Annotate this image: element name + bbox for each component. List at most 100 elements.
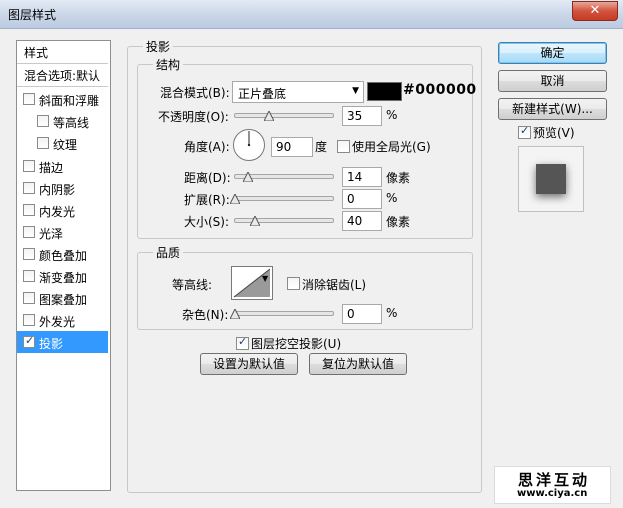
- style-checkbox[interactable]: [23, 270, 35, 282]
- style-item-bevel-emboss[interactable]: 斜面和浮雕: [17, 88, 108, 110]
- noise-value: 0: [347, 307, 355, 321]
- style-item-texture[interactable]: 纹理: [17, 132, 108, 154]
- style-checkbox-checked[interactable]: ✓: [23, 334, 35, 348]
- style-item-label: 外发光: [39, 315, 76, 329]
- drop-shadow-title: 投影: [143, 38, 174, 55]
- distance-value: 14: [347, 170, 363, 184]
- make-default-button[interactable]: 设置为默认值: [200, 353, 298, 375]
- style-item-stroke[interactable]: 描边: [17, 155, 108, 177]
- check-icon: ✓: [25, 334, 35, 347]
- style-item-label: 光泽: [39, 227, 64, 241]
- preview-label: 预览(V): [533, 126, 575, 140]
- opacity-label: 不透明度(O):: [158, 110, 229, 124]
- slider-thumb-icon: [264, 111, 274, 121]
- style-item-inner-shadow[interactable]: 内阴影: [17, 177, 108, 199]
- style-checkbox[interactable]: [37, 137, 49, 149]
- knockout-checkbox[interactable]: ✓: [236, 335, 249, 350]
- style-checkbox[interactable]: [23, 204, 35, 216]
- watermark: 思洋互动 www.ciya.cn: [494, 466, 611, 504]
- style-checkbox[interactable]: [23, 292, 35, 304]
- style-item-label: 斜面和浮雕: [39, 94, 100, 108]
- check-icon: ✓: [520, 124, 530, 137]
- style-item-color-overlay[interactable]: 颜色叠加: [17, 243, 108, 265]
- style-checkbox[interactable]: [23, 182, 35, 194]
- spread-label: 扩展(R):: [184, 193, 230, 207]
- style-preview: [518, 146, 584, 212]
- reset-default-button[interactable]: 复位为默认值: [309, 353, 407, 375]
- spread-input[interactable]: 0: [342, 189, 382, 209]
- style-item-label: 描边: [39, 161, 64, 175]
- style-item-outer-glow[interactable]: 外发光: [17, 309, 108, 331]
- style-checkbox[interactable]: [23, 226, 35, 238]
- styles-header-label: 样式: [24, 46, 49, 60]
- noise-unit: %: [386, 306, 398, 320]
- distance-slider-thumb[interactable]: [243, 172, 253, 182]
- size-unit: 像素: [386, 215, 411, 229]
- noise-slider-track[interactable]: [234, 311, 334, 316]
- blend-options-item[interactable]: 混合选项:默认: [17, 64, 108, 87]
- noise-input[interactable]: 0: [342, 304, 382, 324]
- angle-dial-icon: [233, 129, 265, 161]
- spread-slider-track[interactable]: [234, 196, 334, 201]
- angle-label: 角度(A):: [184, 140, 230, 154]
- style-item-drop-shadow[interactable]: ✓ 投影: [17, 331, 108, 353]
- anti-alias-label: 消除锯齿(L): [302, 278, 367, 292]
- slider-thumb-icon: [243, 172, 253, 182]
- opacity-unit: %: [386, 108, 398, 122]
- style-item-pattern-overlay[interactable]: 图案叠加: [17, 287, 108, 309]
- style-item-label: 等高线: [53, 116, 90, 130]
- blend-mode-label: 混合模式(B):: [160, 86, 230, 100]
- opacity-value: 35: [347, 109, 363, 123]
- preview-checkbox[interactable]: ✓: [518, 124, 531, 139]
- close-icon: ✕: [589, 3, 601, 18]
- angle-unit: 度: [315, 140, 328, 154]
- styles-header[interactable]: 样式: [17, 41, 108, 64]
- new-style-button[interactable]: 新建样式(W)...: [498, 98, 607, 120]
- style-item-label: 图案叠加: [39, 293, 88, 307]
- global-light-checkbox[interactable]: [337, 140, 350, 153]
- style-checkbox[interactable]: [23, 314, 35, 326]
- style-checkbox[interactable]: [23, 248, 35, 260]
- ok-button[interactable]: 确定: [498, 42, 607, 64]
- size-input[interactable]: 40: [342, 211, 382, 231]
- structure-title: 结构: [153, 56, 184, 73]
- chevron-down-icon: ▼: [352, 86, 359, 96]
- style-item-gradient-overlay[interactable]: 渐变叠加: [17, 265, 108, 287]
- angle-input[interactable]: 90: [271, 137, 313, 157]
- noise-slider-thumb[interactable]: [230, 309, 240, 319]
- style-item-label: 颜色叠加: [39, 249, 88, 263]
- contour-dropdown[interactable]: ▼: [262, 266, 272, 298]
- style-item-label: 渐变叠加: [39, 271, 88, 285]
- opacity-input[interactable]: 35: [342, 106, 382, 126]
- style-checkbox[interactable]: [23, 93, 35, 105]
- size-slider-thumb[interactable]: [250, 216, 260, 226]
- style-checkbox[interactable]: [37, 115, 49, 127]
- style-item-satin[interactable]: 光泽: [17, 221, 108, 243]
- spread-slider-thumb[interactable]: [230, 194, 240, 204]
- blend-mode-value: 正片叠底: [238, 87, 287, 101]
- chevron-down-icon: ▼: [262, 274, 269, 283]
- style-item-label: 内阴影: [39, 183, 76, 197]
- slider-thumb-icon: [230, 309, 240, 319]
- window-title: 图层样式: [8, 8, 57, 22]
- angle-dial[interactable]: [232, 128, 266, 162]
- size-slider-track[interactable]: [234, 218, 334, 223]
- blend-options-label: 混合选项:默认: [24, 69, 101, 83]
- style-item-label: 投影: [39, 337, 64, 351]
- opacity-slider-track[interactable]: [234, 113, 334, 118]
- blend-mode-select[interactable]: 正片叠底 ▼: [232, 81, 364, 103]
- knockout-label: 图层挖空投影(U): [251, 337, 342, 351]
- opacity-slider-thumb[interactable]: [264, 111, 274, 121]
- shadow-color-swatch[interactable]: [367, 82, 402, 101]
- close-button[interactable]: ✕: [572, 1, 618, 21]
- style-item-contour[interactable]: 等高线: [17, 110, 108, 132]
- style-checkbox[interactable]: [23, 160, 35, 172]
- slider-thumb-icon: [230, 194, 240, 204]
- distance-input[interactable]: 14: [342, 167, 382, 187]
- size-value: 40: [347, 214, 363, 228]
- watermark-url: www.ciya.cn: [517, 488, 588, 499]
- global-light-label: 使用全局光(G): [352, 140, 431, 154]
- cancel-button[interactable]: 取消: [498, 70, 607, 92]
- anti-alias-checkbox[interactable]: [287, 277, 300, 290]
- style-item-inner-glow[interactable]: 内发光: [17, 199, 108, 221]
